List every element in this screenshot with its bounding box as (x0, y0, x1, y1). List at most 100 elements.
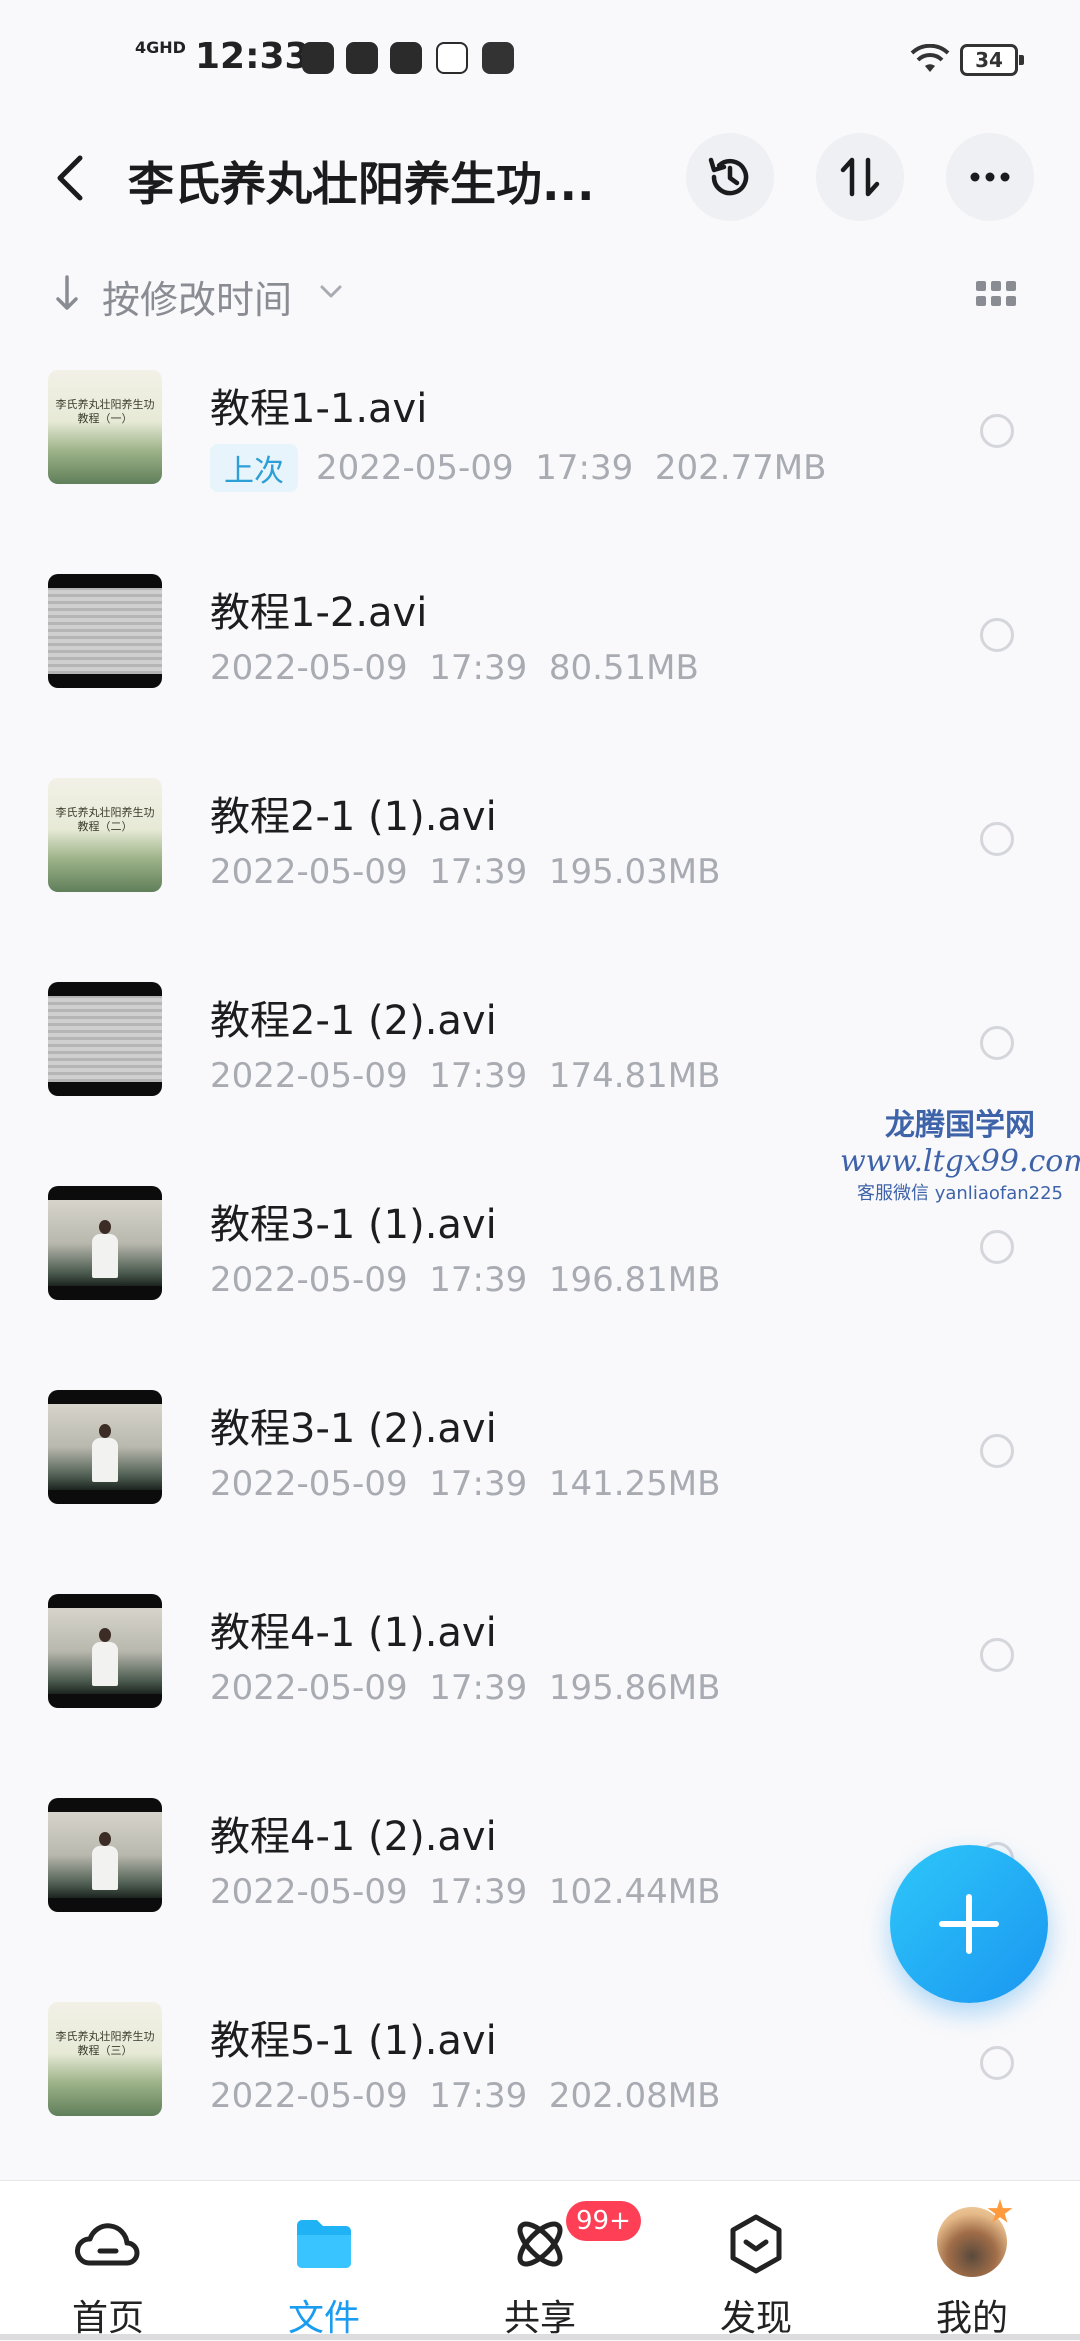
thumbnail-caption: 李氏养丸壮阳养生功 教程（三） (55, 2030, 155, 2057)
file-name: 教程4-1 (2).avi (210, 1814, 497, 1860)
file-meta: 2022-05-09 17:39 102.44MB (210, 1872, 720, 1912)
file-meta: 2022-05-09 17:39 195.86MB (210, 1668, 720, 1708)
select-radio[interactable] (980, 822, 1014, 856)
sort-bar: 按修改时间 (0, 255, 1080, 330)
square-notification-icon (482, 42, 514, 74)
video-thumbnail (48, 1798, 162, 1912)
app-notification-icon (302, 42, 334, 74)
sort-label[interactable]: 按修改时间 (102, 269, 292, 324)
file-time: 17:39 (429, 648, 528, 688)
file-size: 102.44MB (548, 1872, 721, 1912)
video-thumbnail (48, 1390, 162, 1504)
video-thumbnail: 李氏养丸壮阳养生功 教程（二） (48, 778, 162, 892)
file-time: 17:39 (429, 1260, 528, 1300)
folder-icon (297, 2220, 351, 2268)
file-size: 195.86MB (548, 1668, 721, 1708)
tab-discover[interactable]: 发现 (648, 2181, 864, 2341)
select-radio[interactable] (980, 414, 1014, 448)
thumbnail-caption: 李氏养丸壮阳养生功 教程（二） (55, 806, 155, 833)
file-row[interactable]: 李氏养丸壮阳养生功 教程（一） 教程1-1.avi 上次 2022-05-09 … (0, 340, 1080, 544)
file-date: 2022-05-09 (210, 1056, 408, 1096)
wechat-notification-icon (346, 42, 378, 74)
file-meta: 2022-05-09 17:39 196.81MB (210, 1260, 720, 1300)
add-button[interactable] (890, 1845, 1048, 2003)
select-radio[interactable] (980, 2046, 1014, 2080)
avatar[interactable] (937, 2207, 1007, 2277)
last-viewed-badge: 上次 (210, 444, 298, 492)
notification-badge: 99+ (566, 2201, 641, 2241)
more-icon (970, 172, 1010, 182)
file-date: 2022-05-09 (210, 1260, 408, 1300)
watermark: 龙腾国学网 www.ltgx99.com 客服微信 yanliaofan225 (840, 1100, 1080, 1205)
file-name: 教程4-1 (1).avi (210, 1610, 497, 1656)
video-thumbnail (48, 982, 162, 1096)
file-time: 17:39 (429, 1668, 528, 1708)
battery-indicator: 34 (960, 44, 1024, 76)
plus-icon (939, 1894, 999, 1954)
file-name: 教程5-1 (1).avi (210, 2018, 497, 2064)
select-radio[interactable] (980, 1434, 1014, 1468)
thumbnail-caption: 李氏养丸壮阳养生功 教程（一） (55, 398, 155, 425)
transfer-button[interactable] (816, 133, 904, 221)
file-size: 195.03MB (548, 852, 721, 892)
page-title: 李氏养丸壮阳养生功... (128, 157, 595, 211)
home-cloud-icon (75, 2223, 140, 2266)
file-date: 2022-05-09 (210, 2076, 408, 2116)
file-meta: 2022-05-09 17:39 202.08MB (210, 2076, 720, 2116)
file-time: 17:39 (429, 1056, 528, 1096)
file-time: 17:39 (429, 2076, 528, 2116)
app-notification-icon-2 (436, 42, 468, 74)
file-name: 教程1-2.avi (210, 590, 428, 636)
sort-transfer-icon (840, 157, 880, 197)
file-size: 174.81MB (548, 1056, 721, 1096)
file-time: 17:39 (535, 448, 634, 488)
video-thumbnail: 李氏养丸壮阳养生功 教程（三） (48, 2002, 162, 2116)
select-radio[interactable] (980, 1026, 1014, 1060)
grid-view-icon[interactable] (976, 281, 1016, 307)
history-icon (708, 157, 749, 196)
file-date: 2022-05-09 (316, 448, 514, 488)
file-size: 202.08MB (548, 2076, 721, 2116)
file-time: 17:39 (429, 852, 528, 892)
browser-notification-icon (390, 42, 422, 74)
file-meta: 上次 2022-05-09 17:39 202.77MB (210, 444, 826, 492)
file-row[interactable]: 教程1-2.avi 2022-05-09 17:39 80.51MB (0, 544, 1080, 748)
file-size: 196.81MB (548, 1260, 721, 1300)
file-date: 2022-05-09 (210, 1464, 408, 1504)
video-thumbnail (48, 1594, 162, 1708)
tab-home[interactable]: 首页 (0, 2181, 216, 2341)
share-atom-icon (517, 2221, 563, 2267)
file-row[interactable]: 李氏养丸壮阳养生功 教程（二） 教程2-1 (1).avi 2022-05-09… (0, 748, 1080, 952)
chevron-down-icon[interactable] (318, 283, 344, 301)
arrow-down-icon[interactable] (52, 273, 82, 313)
file-name: 教程3-1 (1).avi (210, 1202, 497, 1248)
more-button[interactable] (946, 133, 1034, 221)
file-row[interactable]: 李氏养丸壮阳养生功 教程（三） 教程5-1 (1).avi 2022-05-09… (0, 1972, 1080, 2176)
file-size: 80.51MB (548, 648, 699, 688)
status-bar: 4GHD 12:33 34 (0, 0, 1080, 120)
file-date: 2022-05-09 (210, 648, 408, 688)
tab-files[interactable]: 文件 (216, 2181, 432, 2341)
select-radio[interactable] (980, 1230, 1014, 1264)
network-indicator: 4GHD (135, 38, 186, 57)
file-size: 202.77MB (654, 448, 827, 488)
file-name: 教程3-1 (2).avi (210, 1406, 497, 1452)
file-meta: 2022-05-09 17:39 195.03MB (210, 852, 720, 892)
select-radio[interactable] (980, 1638, 1014, 1672)
watermark-contact: 客服微信 yanliaofan225 (857, 1183, 1063, 1204)
file-name: 教程1-1.avi (210, 386, 428, 432)
file-meta: 2022-05-09 17:39 141.25MB (210, 1464, 720, 1504)
chevron-left-icon[interactable] (48, 150, 96, 206)
discover-box-icon (730, 2214, 782, 2274)
history-button[interactable] (686, 133, 774, 221)
file-row[interactable]: 教程3-1 (2).avi 2022-05-09 17:39 141.25MB (0, 1360, 1080, 1564)
file-name: 教程2-1 (2).avi (210, 998, 497, 1044)
file-name: 教程2-1 (1).avi (210, 794, 497, 840)
video-thumbnail (48, 574, 162, 688)
select-radio[interactable] (980, 618, 1014, 652)
watermark-title: 龙腾国学网 (885, 1108, 1035, 1143)
file-row[interactable]: 教程4-1 (1).avi 2022-05-09 17:39 195.86MB (0, 1564, 1080, 1768)
video-thumbnail (48, 1186, 162, 1300)
file-size: 141.25MB (548, 1464, 721, 1504)
file-meta: 2022-05-09 17:39 80.51MB (210, 648, 699, 688)
